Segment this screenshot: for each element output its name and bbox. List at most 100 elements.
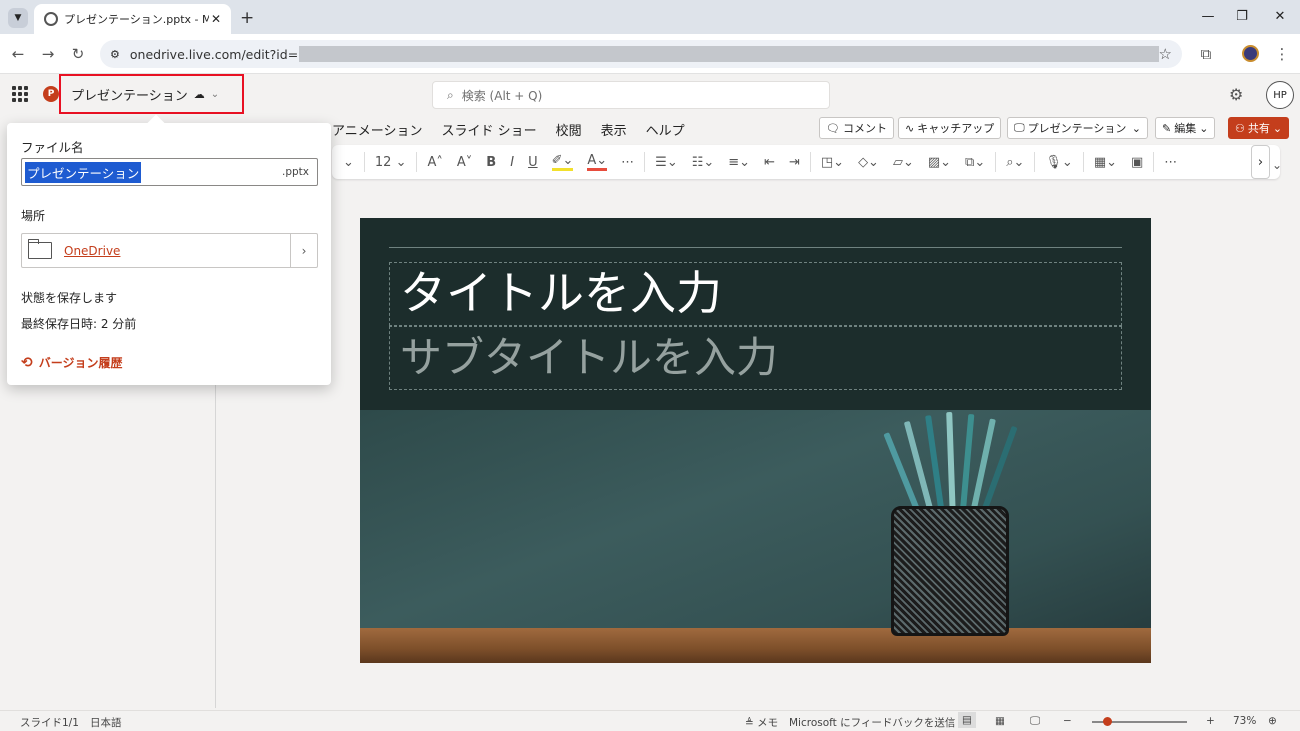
tab-help[interactable]: ヘルプ <box>646 120 685 139</box>
wooden-desk <box>360 628 1151 663</box>
font-name-chevron-icon[interactable]: ⌄ <box>343 155 354 170</box>
last-saved-text: 最終保存日時: 2 分前 <box>21 317 137 331</box>
dictate-icon[interactable]: 🎙⌄ <box>1045 155 1072 170</box>
back-icon[interactable]: ← <box>8 44 28 64</box>
chalkboard-pencils-image[interactable] <box>360 410 1151 663</box>
location-link[interactable]: OneDrive <box>64 244 120 258</box>
notes-button[interactable]: ≜ メモ <box>745 715 778 730</box>
title-placeholder[interactable]: タイトルを入力 <box>389 262 1122 326</box>
filename-value: プレゼンテーション <box>25 161 142 183</box>
increase-indent-icon[interactable]: ⇥ <box>789 155 800 170</box>
bullets-icon[interactable]: ☰⌄ <box>655 155 678 170</box>
close-window-icon[interactable]: ✕ <box>1270 6 1290 26</box>
outline-icon[interactable]: ▱⌄ <box>893 155 914 170</box>
slide-divider-line <box>389 247 1122 248</box>
arrange-icon[interactable]: ⧉⌄ <box>965 155 985 170</box>
subtitle-placeholder[interactable]: サブタイトルを入力 <box>389 326 1122 390</box>
file-name-flyout: ファイル名 プレゼンテーション .pptx 場所 OneDrive › 状態を保… <box>7 114 331 385</box>
edit-mode-button[interactable]: ✎ 編集 ⌄ <box>1155 117 1216 139</box>
edit-label: 編集 <box>1174 122 1197 135</box>
site-info-icon[interactable]: ⚙ <box>110 48 120 61</box>
location-picker[interactable]: OneDrive › <box>21 233 318 268</box>
zoom-slider-handle[interactable] <box>1103 717 1112 726</box>
numbering-icon[interactable]: ☷⌄ <box>692 155 715 170</box>
new-tab-button[interactable]: + <box>240 8 254 28</box>
account-avatar[interactable]: HP <box>1266 81 1294 109</box>
italic-icon[interactable]: I <box>510 155 514 170</box>
font-color-icon[interactable]: A⌄ <box>587 153 608 171</box>
tab-animations[interactable]: アニメーション <box>332 120 422 139</box>
chevron-down-icon: ⌄ <box>210 88 220 100</box>
bold-icon[interactable]: B <box>486 155 496 170</box>
address-bar[interactable]: ⚙ onedrive.live.com/edit?id= ☆ <box>100 40 1182 68</box>
reading-view-icon[interactable]: 🖵 <box>1030 715 1040 728</box>
version-history-link[interactable]: ⟲ バージョン履歴 <box>21 354 123 371</box>
tab-search-button[interactable]: ▼ <box>8 8 28 28</box>
chevron-down-icon[interactable]: ⌄ <box>1132 122 1141 135</box>
shapes-icon[interactable]: ◳⌄ <box>821 155 844 170</box>
settings-gear-icon[interactable]: ⚙ <box>1229 85 1243 104</box>
zoom-level[interactable]: 73% <box>1233 715 1256 727</box>
tab-review[interactable]: 校閲 <box>556 120 582 139</box>
zoom-out-icon[interactable]: − <box>1063 715 1072 727</box>
minimize-icon[interactable]: — <box>1198 6 1218 26</box>
document-title-button[interactable]: プレゼンテーション ☁ ⌄ <box>59 74 244 114</box>
more-font-icon[interactable]: ⋯ <box>621 155 634 170</box>
chevron-right-icon[interactable]: › <box>290 234 317 267</box>
chrome-menu-icon[interactable]: ⋮ <box>1272 44 1292 64</box>
share-button[interactable]: ⚇ 共有 ⌄ <box>1228 117 1290 139</box>
slide-canvas[interactable]: タイトルを入力 サブタイトルを入力 <box>360 218 1151 663</box>
close-tab-icon[interactable]: ✕ <box>211 12 221 26</box>
find-icon[interactable]: ⌕⌄ <box>1006 155 1024 170</box>
underline-icon[interactable]: U <box>528 155 538 170</box>
slide-counter: スライド1/1 <box>20 717 79 729</box>
address-url: onedrive.live.com/edit?id= <box>129 46 299 62</box>
align-icon[interactable]: ≡⌄ <box>728 155 750 170</box>
extensions-icon[interactable]: ⧉ <box>1196 44 1216 64</box>
new-slide-icon[interactable]: ▣ <box>1131 155 1143 170</box>
share-label: 共有 <box>1247 122 1270 135</box>
normal-view-icon[interactable]: ▤ <box>958 712 976 728</box>
bookmark-star-icon[interactable]: ☆ <box>1159 45 1172 63</box>
status-bar: スライド1/1 日本語 ≜ メモ Microsoft にフィードバックを送信 ▤… <box>0 710 1300 731</box>
folder-icon <box>28 239 52 259</box>
present-button[interactable]: 🖵 プレゼンテーション ⌄ <box>1007 117 1148 139</box>
tab-view[interactable]: 表示 <box>601 120 627 139</box>
catchup-button[interactable]: ∿ キャッチアップ <box>898 117 1002 139</box>
effects-icon[interactable]: ▨⌄ <box>928 155 951 170</box>
tab-slideshow[interactable]: スライド ショー <box>441 120 536 139</box>
feedback-link[interactable]: Microsoft にフィードバックを送信 <box>789 715 955 730</box>
fit-to-window-icon[interactable]: ⊕ <box>1268 715 1277 727</box>
comment-button[interactable]: 🗨 コメント <box>819 117 894 139</box>
font-size-dropdown[interactable]: 12 ⌄ <box>375 155 407 170</box>
filename-extension: .pptx <box>282 166 309 178</box>
decrease-font-icon[interactable]: A˅ <box>457 155 472 170</box>
fill-icon[interactable]: ◇⌄ <box>858 155 879 170</box>
browser-tab[interactable]: プレゼンテーション.pptx - Microsoft ✕ <box>34 4 231 34</box>
filename-input[interactable]: プレゼンテーション .pptx <box>21 158 318 186</box>
more-options-icon[interactable]: ⋯ <box>1164 155 1177 170</box>
decrease-indent-icon[interactable]: ⇤ <box>764 155 775 170</box>
app-launcher-icon[interactable] <box>12 86 28 102</box>
pulse-icon: ∿ <box>905 121 915 135</box>
slide-sorter-icon[interactable]: ▦ <box>995 715 1005 727</box>
language-indicator[interactable]: 日本語 <box>90 715 122 730</box>
browser-tab-strip: ▼ プレゼンテーション.pptx - Microsoft ✕ + — ❐ ✕ <box>0 0 1300 34</box>
zoom-in-icon[interactable]: + <box>1206 715 1215 727</box>
profile-avatar[interactable] <box>1242 45 1259 62</box>
globe-icon <box>44 12 58 26</box>
increase-font-icon[interactable]: A˄ <box>427 155 442 170</box>
reload-icon[interactable]: ↻ <box>68 44 88 64</box>
collapse-ribbon-icon[interactable]: ⌄ <box>1272 158 1282 172</box>
search-icon: ⌕ <box>447 87 454 102</box>
search-box[interactable]: ⌕ 検索 (Alt + Q) <box>432 81 830 109</box>
cloud-saved-icon: ☁ <box>193 87 205 101</box>
designer-icon[interactable]: ▦⌄ <box>1094 155 1117 170</box>
maximize-icon[interactable]: ❐ <box>1232 6 1252 26</box>
present-icon: 🖵 <box>1014 121 1025 134</box>
toolbar-next-icon[interactable]: › <box>1251 145 1270 179</box>
forward-icon[interactable]: → <box>38 44 58 64</box>
highlight-icon[interactable]: ✐⌄ <box>551 153 574 171</box>
search-placeholder: 検索 (Alt + Q) <box>461 88 543 103</box>
formatting-toolbar: ⌄ 12 ⌄ A˄ A˅ B I U ✐⌄ A⌄ ⋯ ☰⌄ ☷⌄ ≡⌄ ⇤ ⇥ … <box>332 145 1280 179</box>
